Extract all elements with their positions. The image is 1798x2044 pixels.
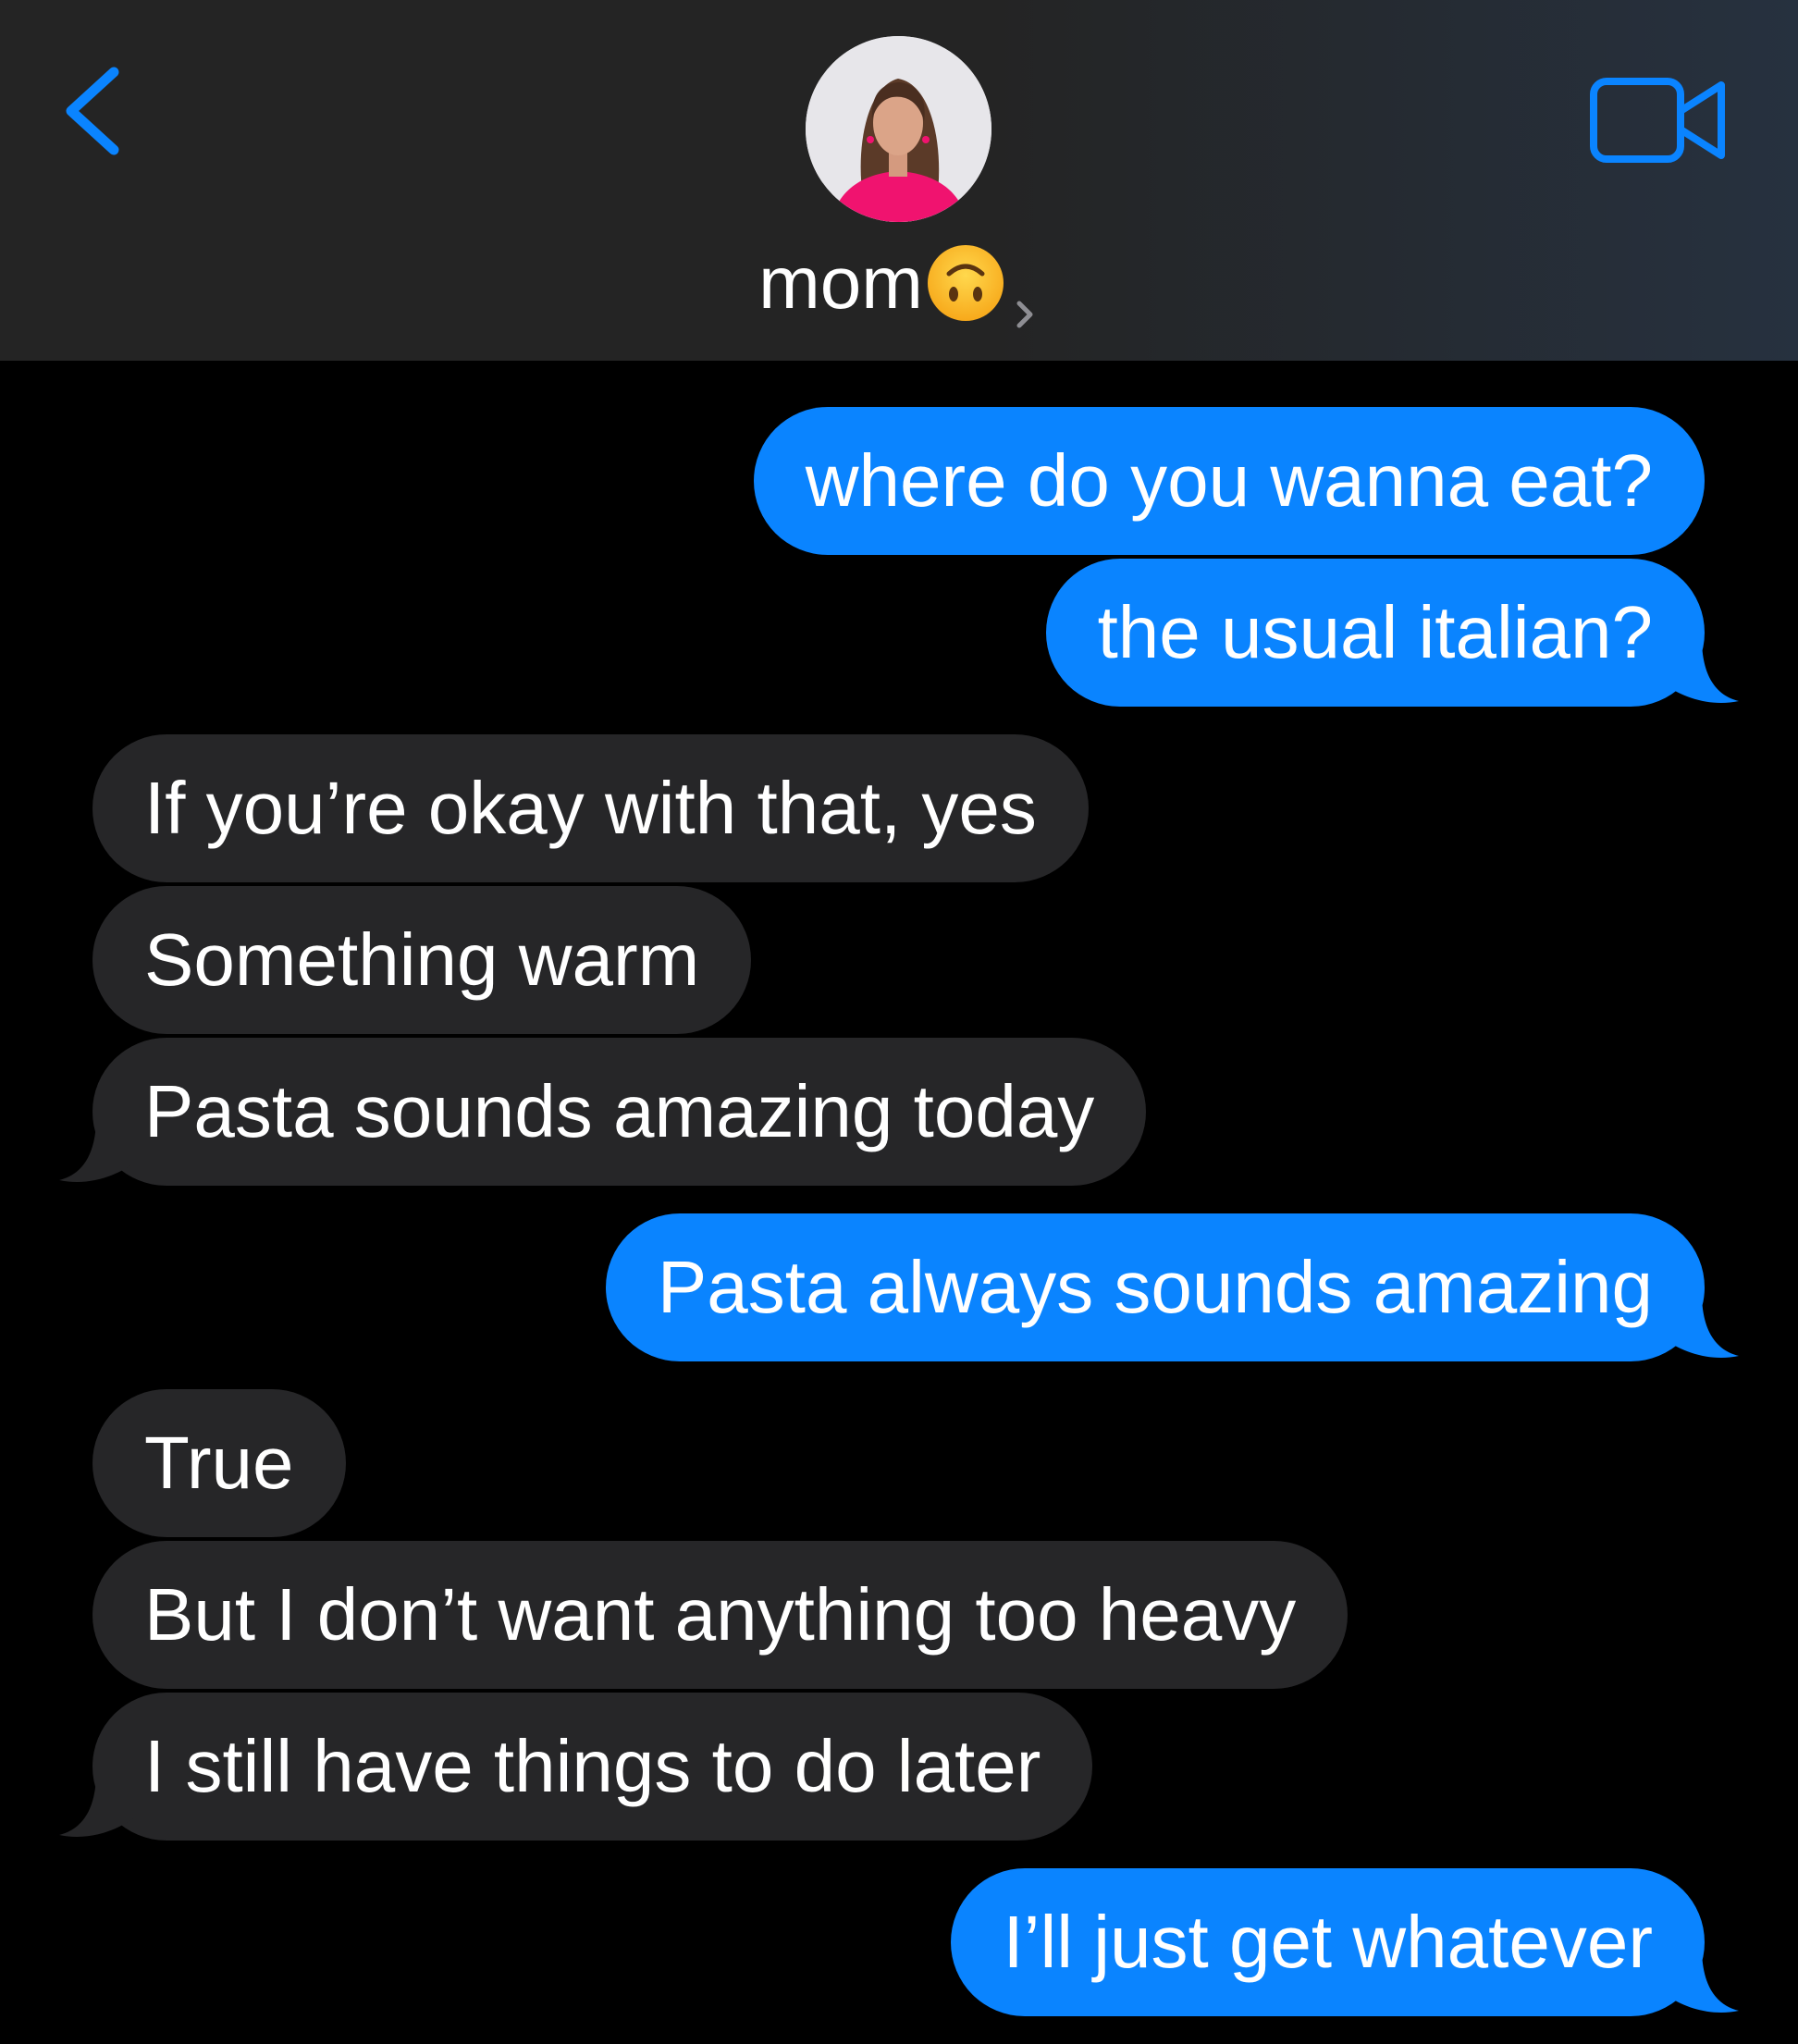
received-message-bubble[interactable]: If you’re okay with that, yes [92, 734, 1089, 882]
message-text: I’ll just get whatever [1003, 1901, 1653, 1983]
back-button[interactable] [51, 55, 143, 166]
sent-bubble-tail [1665, 638, 1739, 703]
sent-bubble-tail [1665, 1948, 1739, 2013]
message-text: Something warm [144, 918, 700, 1001]
received-message-bubble[interactable]: I still have things to do later [92, 1693, 1093, 1841]
message-text: where do you wanna eat? [805, 439, 1653, 522]
sent-bubble-tail [1665, 1293, 1739, 1358]
message-text: I still have things to do later [144, 1725, 1041, 1807]
received-message-bubble[interactable]: True [92, 1389, 346, 1537]
video-call-button[interactable] [1586, 72, 1734, 174]
sent-message-bubble[interactable]: Pasta always sounds amazing [605, 1213, 1705, 1361]
contact-name-button[interactable]: mom [0, 227, 1798, 334]
chevron-right-icon [1010, 261, 1040, 328]
video-camera-icon [1590, 78, 1725, 163]
message-text: If you’re okay with that, yes [144, 767, 1037, 849]
avatar[interactable] [806, 36, 991, 222]
message-text: But I don’t want anything too heavy [144, 1573, 1297, 1656]
message-text: the usual italian? [1097, 591, 1653, 673]
message-text: Pasta sounds amazing today [144, 1070, 1095, 1152]
sent-message-bubble[interactable]: I’ll just get whatever [951, 1868, 1705, 2016]
sent-message-bubble[interactable]: the usual italian? [1045, 559, 1705, 707]
contact-name: mom [758, 240, 923, 324]
upside-down-face-icon [925, 242, 1006, 324]
received-message-bubble[interactable]: Something warm [92, 886, 752, 1034]
message-thread[interactable]: where do you wanna eat? the usual italia… [0, 361, 1798, 2044]
received-message-bubble[interactable]: Pasta sounds amazing today [92, 1038, 1147, 1186]
message-text: Pasta always sounds amazing [657, 1246, 1653, 1328]
message-text: True [144, 1422, 294, 1504]
sent-message-bubble[interactable]: where do you wanna eat? [753, 407, 1705, 555]
received-message-bubble[interactable]: But I don’t want anything too heavy [92, 1541, 1348, 1689]
received-bubble-tail [59, 1117, 133, 1182]
received-bubble-tail [59, 1772, 133, 1837]
chevron-left-icon [66, 67, 119, 155]
conversation-header: mom [0, 0, 1798, 361]
